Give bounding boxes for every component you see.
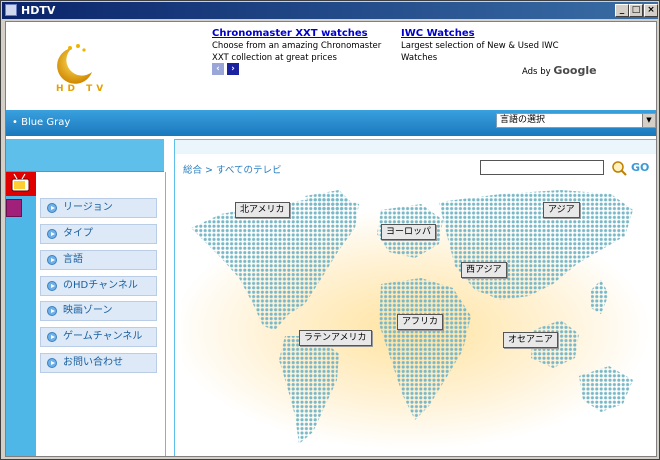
sidebar-item-movie-zone[interactable]: 映画ゾーン — [40, 301, 157, 321]
film-icon[interactable] — [6, 199, 22, 217]
search-icon[interactable] — [611, 160, 627, 176]
arrow-bullet-icon — [47, 203, 57, 213]
title-bar[interactable]: HDTV _ □ × — [2, 2, 658, 19]
ads-by-google[interactable]: Ads by Google — [522, 64, 597, 77]
tv-icon[interactable] — [6, 172, 36, 196]
ad-1-desc: Choose from an amazing Chronomaster XXT … — [212, 41, 382, 63]
main-panel: 総合 > すべてのテレビ GO 北アメリカ ヨーロッパ アジア 西アジア アフリ… — [171, 139, 656, 456]
ad-1-title[interactable]: Chronomaster XXT watches — [212, 28, 397, 39]
breadcrumb[interactable]: 総合 > すべてのテレビ — [183, 162, 281, 176]
region-europe[interactable]: ヨーロッパ — [381, 224, 437, 240]
window-title: HDTV — [21, 4, 56, 17]
region-west-asia[interactable]: 西アジア — [461, 262, 507, 278]
chevron-down-icon[interactable]: ▼ — [642, 114, 655, 127]
ad-prev-icon[interactable]: ‹ — [212, 63, 224, 75]
arrow-bullet-icon — [47, 281, 57, 291]
ad-next-icon[interactable]: › — [227, 63, 239, 75]
sidebar-item-hd-channels[interactable]: のHDチャンネル — [40, 276, 157, 296]
region-asia[interactable]: アジア — [543, 202, 580, 218]
arrow-bullet-icon — [47, 332, 57, 342]
left-top-bar — [6, 139, 164, 172]
sidebar-item-game-channels[interactable]: ゲームチャンネル — [40, 327, 157, 347]
google-logo: Google — [553, 64, 597, 77]
logo-text: HD TV — [56, 84, 108, 94]
main-top-strip — [175, 140, 656, 154]
ad-2[interactable]: IWC Watches Largest selection of New & U… — [401, 28, 581, 64]
ad-1[interactable]: Chronomaster XXT watches Choose from an … — [212, 28, 397, 64]
maximize-button[interactable]: □ — [629, 4, 643, 17]
theme-links[interactable]: • Blue Gray — [12, 117, 70, 128]
arrow-bullet-icon — [47, 358, 57, 368]
region-north-america[interactable]: 北アメリカ — [235, 202, 290, 218]
sidebar-item-language[interactable]: 言語 — [40, 250, 157, 270]
search-input[interactable] — [480, 160, 604, 175]
sidebar-item-region[interactable]: リージョン — [40, 198, 157, 218]
region-latin-america[interactable]: ラテンアメリカ — [299, 330, 372, 346]
go-button[interactable]: GO — [631, 161, 649, 174]
left-column: リージョン タイプ 言語 のHDチャンネル 映画ゾーン ゲームチャンネル お問い… — [6, 139, 166, 456]
world-map[interactable]: 北アメリカ ヨーロッパ アジア 西アジア アフリカ ラテンアメリカ オセアニア — [171, 180, 653, 455]
header: HD TV Chronomaster XXT watches Choose fr… — [6, 22, 656, 110]
close-button[interactable]: × — [644, 4, 658, 17]
region-oceania[interactable]: オセアニア — [503, 332, 558, 348]
sidebar-item-type[interactable]: タイプ — [40, 224, 157, 244]
arrow-bullet-icon — [47, 229, 57, 239]
ad-2-desc: Largest selection of New & Used IWC Watc… — [401, 41, 559, 63]
region-africa[interactable]: アフリカ — [397, 314, 444, 330]
app-icon — [5, 4, 17, 16]
language-select[interactable]: 言語の選択 ▼ — [496, 113, 656, 128]
app-window: HDTV _ □ × HD TV Chronomaster XXT watche… — [0, 0, 660, 460]
minimize-button[interactable]: _ — [615, 4, 629, 17]
ad-2-title[interactable]: IWC Watches — [401, 28, 581, 39]
client-area: HD TV Chronomaster XXT watches Choose fr… — [5, 21, 657, 457]
sidebar-item-contact[interactable]: お問い合わせ — [40, 353, 157, 373]
theme-bar: • Blue Gray 言語の選択 ▼ — [6, 110, 656, 136]
arrow-bullet-icon — [47, 306, 57, 316]
arrow-bullet-icon — [47, 255, 57, 265]
